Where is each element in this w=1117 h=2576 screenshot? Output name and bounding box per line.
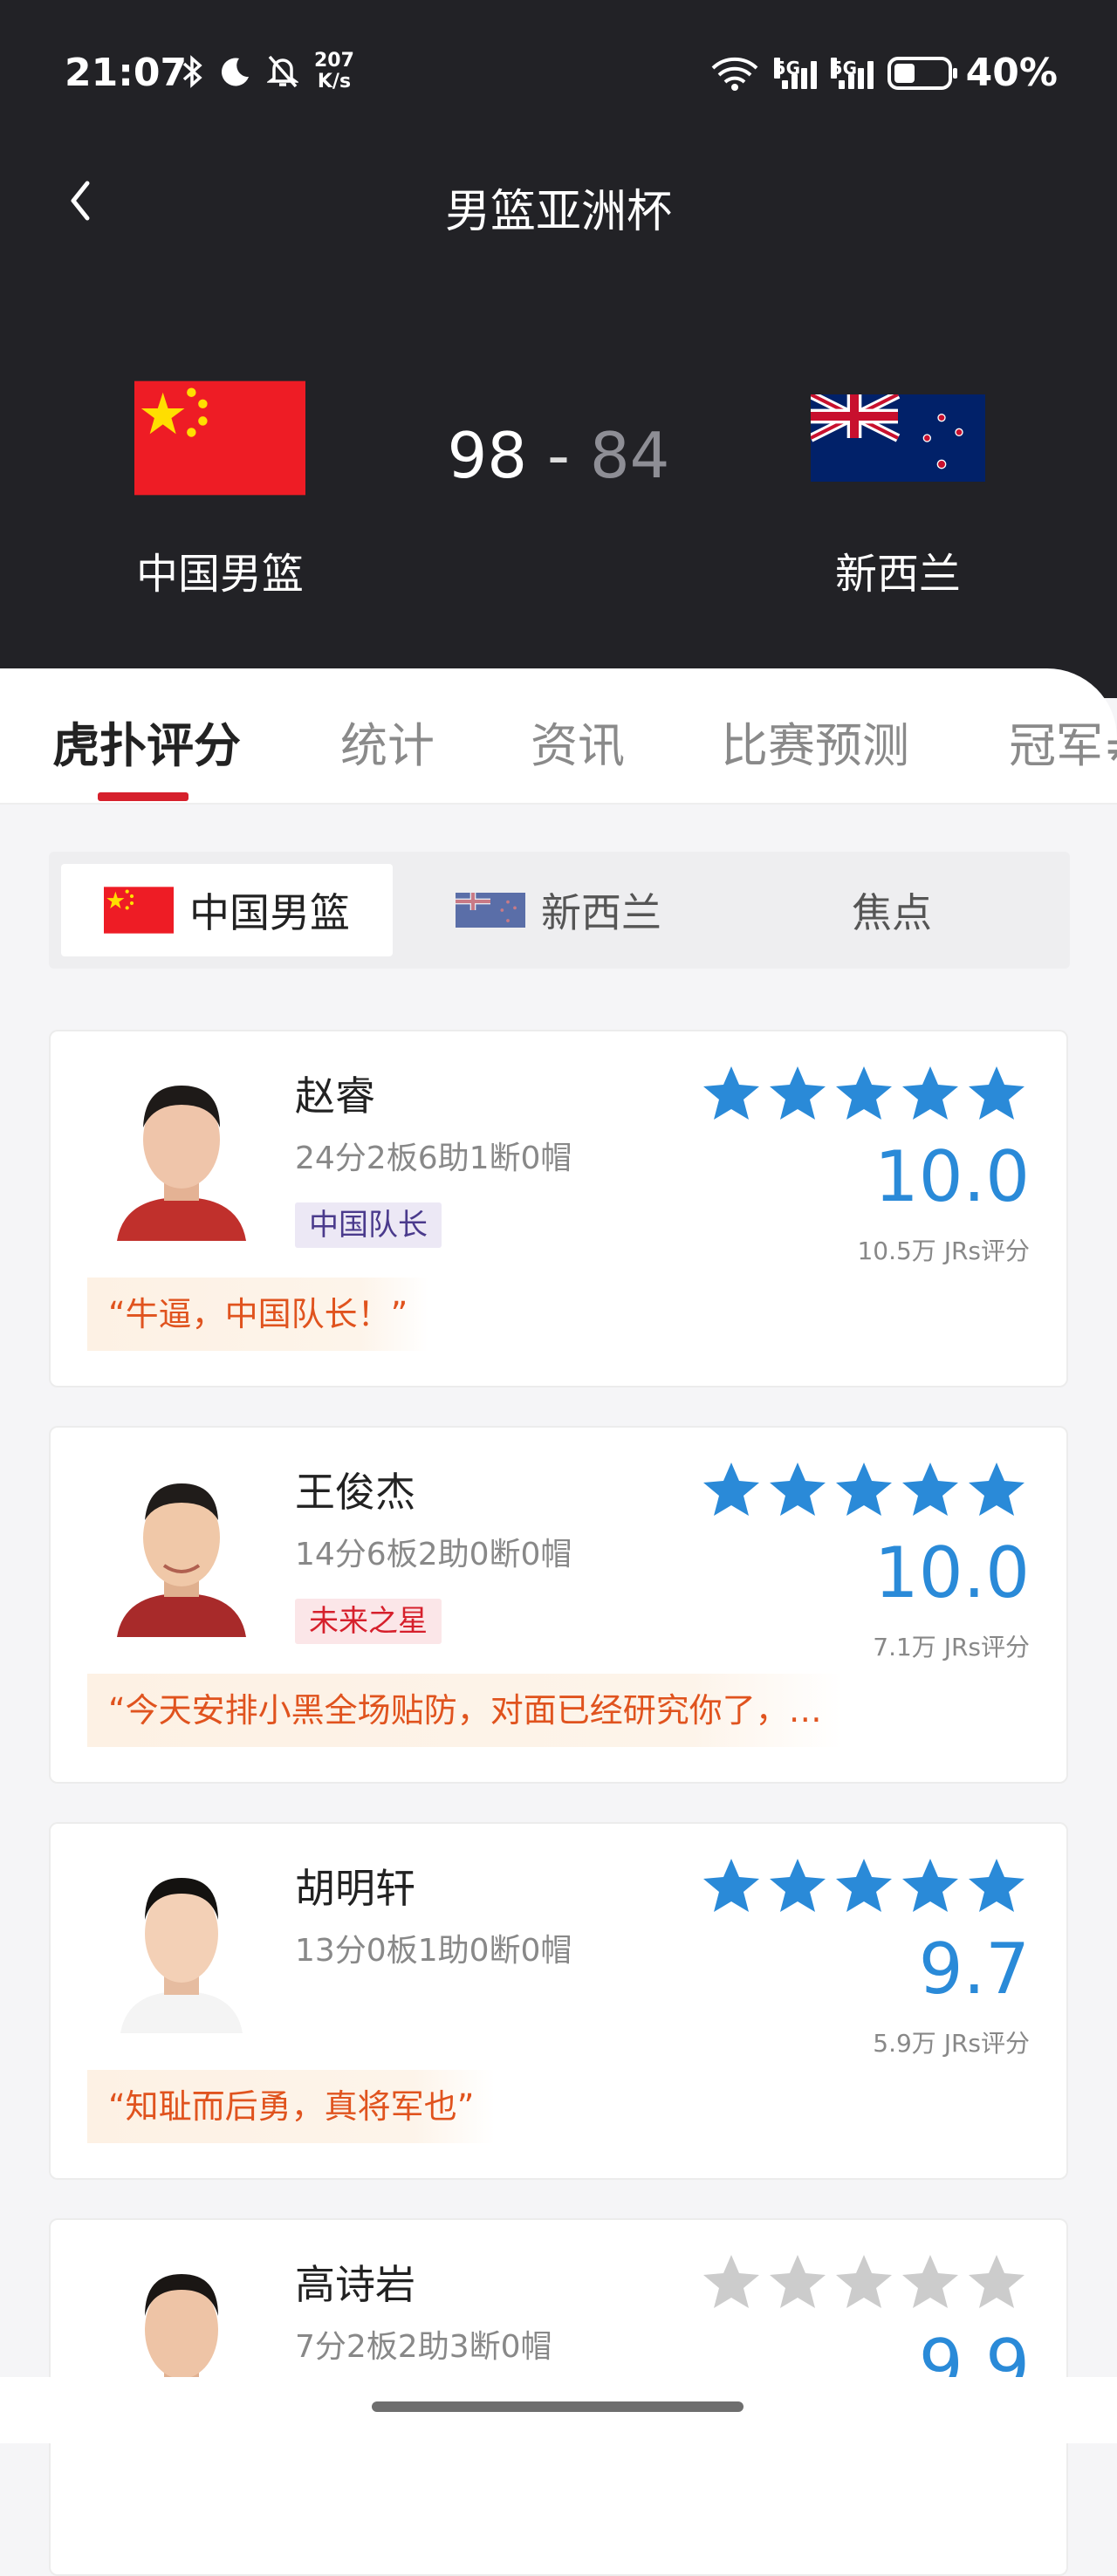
subtab-new-zealand[interactable]: 新西兰 [393,864,724,956]
star-icon [969,1859,1024,1912]
star-icon [836,1066,892,1120]
away-team[interactable]: 新西兰 [799,380,997,600]
team-selector: 中国男篮 新西兰 焦点 [49,852,1070,969]
star-icon [770,1463,826,1516]
star-icon [836,1463,892,1516]
status-bar: 21:07 207 K/s 5G 5G 40% [0,0,1117,148]
player-rating: 10.0 [874,1136,1030,1217]
rating-count: 7.1万 JRs评分 [873,1633,1030,1661]
star-icon [969,1463,1024,1516]
battery-text: 40% [965,51,1058,95]
score-separator: - [547,419,570,492]
signal-icon-2: 5G [830,57,874,89]
player-card-wang-junjie[interactable]: 王俊杰 14分6板2助0断0帽 未来之星 10.0 7.1万 JRs评分 “今天… [49,1426,1068,1784]
china-flag-icon [104,887,174,934]
star-icon [770,1066,826,1120]
battery-icon [887,56,957,90]
signal-icon: 5G [773,57,817,89]
home-indicator[interactable] [372,2401,744,2412]
home-score: 98 [447,419,528,492]
player-card-zhao-rui[interactable]: 赵睿 24分2板6助1断0帽 中国队长 10.0 10.5万 JRs评分 “牛逼… [49,1030,1068,1387]
net-speed: 207 K/s [314,51,354,92]
page-title: 男篮亚洲杯 [444,186,672,238]
star-rating [702,1065,1026,1122]
player-avatar [120,1878,243,2033]
star-icon [703,2255,759,2308]
rating-count: 10.5万 JRs评分 [857,1237,1030,1265]
away-team-name: 新西兰 [834,550,961,599]
active-tab-indicator [98,792,188,801]
player-tag: 中国队长 [295,1202,442,1248]
star-icon [902,1066,958,1120]
tab-champion[interactable]: 冠军≠ [1009,707,1117,776]
star-rating [702,1461,1026,1518]
match-header: 21:07 207 K/s 5G 5G 40% 男篮亚洲杯 中国男篮 98 - … [0,0,1117,698]
star-icon [902,2255,958,2308]
status-left-icons: 207 K/s [182,51,354,92]
rating-count: 5.9万 JRs评分 [873,2029,1030,2058]
subtab-new-zealand-label: 新西兰 [541,889,661,936]
tab-stats[interactable]: 统计 [340,707,435,776]
star-icon [770,1859,826,1912]
subtab-focus[interactable]: 焦点 [726,864,1058,956]
new-zealand-flag-icon [811,394,985,482]
player-stats: 14分6板2助0断0帽 [295,1537,572,1572]
status-time: 21:07 [65,51,188,95]
star-icon [836,2255,892,2308]
star-icon [703,1859,759,1912]
player-stats: 24分2板6助1断0帽 [295,1141,572,1176]
subtab-china-label: 中国男篮 [189,889,350,936]
player-name: 王俊杰 [295,1469,415,1516]
bluetooth-icon [182,55,202,88]
player-avatar [117,1086,246,1241]
player-tag: 未来之星 [295,1599,442,1644]
top-comment: “今天安排小黑全场贴防，对面已经研究你了，… [87,1674,843,1747]
star-rating [702,1857,1026,1915]
star-icon [770,2255,826,2308]
star-icon [703,1463,759,1516]
star-icon [969,1066,1024,1120]
subtab-china[interactable]: 中国男篮 [61,864,393,956]
player-stats: 7分2板2助3断0帽 [295,2329,552,2365]
player-name: 高诗岩 [295,2261,415,2308]
moon-icon [221,58,249,86]
player-name: 赵睿 [295,1072,375,1120]
tab-news[interactable]: 资讯 [531,707,625,776]
top-comment: “牛逼，中国队长！” [87,1278,429,1351]
tab-hupu-rating[interactable]: 虎扑评分 [52,707,241,776]
battery-fill [894,63,915,83]
star-icon [969,2255,1024,2308]
mute-bell-icon [267,55,298,88]
player-rating: 9.7 [918,1929,1030,2010]
star-icon [902,1463,958,1516]
star-icon [836,1859,892,1912]
player-name: 胡明轩 [295,1865,415,1912]
new-zealand-flag-icon [456,893,525,928]
subtab-focus-label: 焦点 [852,889,932,936]
player-card-hu-mingxuan[interactable]: 胡明轩 13分0板1助0断0帽 9.7 5.9万 JRs评分 “知耻而后勇，真将… [49,1822,1068,2180]
status-right-icons: 5G 5G 40% [709,51,1058,95]
player-stats: 13分0板1助0断0帽 [295,1933,572,1969]
signal-1-label: 5G [773,57,801,79]
net-speed-value: 207 [314,50,354,72]
tab-bar: 虎扑评分 统计 资讯 比赛预测 冠军≠ [0,668,1117,805]
star-rating [702,2253,1026,2311]
net-speed-unit: K/s [317,71,352,92]
star-icon [902,1859,958,1912]
player-avatar [117,1483,246,1637]
star-icon [703,1066,759,1120]
player-rating: 10.0 [874,1532,1030,1613]
signal-2-label: 5G [830,57,858,79]
top-comment: “知耻而后勇，真将军也” [87,2070,496,2143]
home-team-name: 中国男篮 [135,550,304,599]
tab-prediction[interactable]: 比赛预测 [721,707,909,776]
away-score: 84 [589,419,670,492]
wifi-icon [711,57,758,91]
